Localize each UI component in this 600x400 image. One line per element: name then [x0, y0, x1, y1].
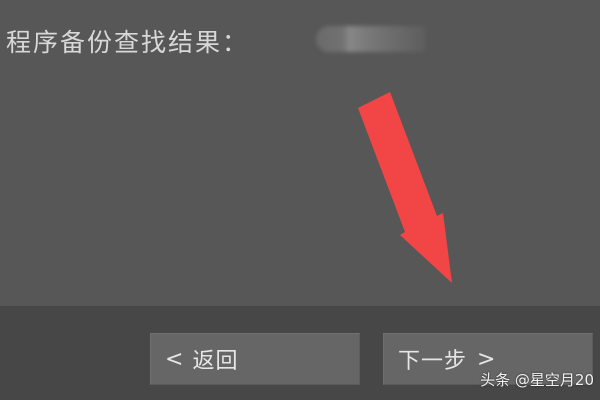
result-label: 程序备份查找结果：	[6, 28, 250, 57]
back-button[interactable]: < 返回	[150, 333, 360, 385]
chevron-left-icon: <	[165, 346, 185, 372]
content-area: 程序备份查找结果：	[0, 0, 600, 306]
back-button-label: 返回	[192, 349, 239, 374]
chevron-right-icon: >	[477, 346, 497, 372]
blurred-result-value	[316, 26, 426, 52]
watermark: 头条 @星空月20	[480, 371, 594, 389]
next-button-label: 下一步	[398, 349, 468, 374]
